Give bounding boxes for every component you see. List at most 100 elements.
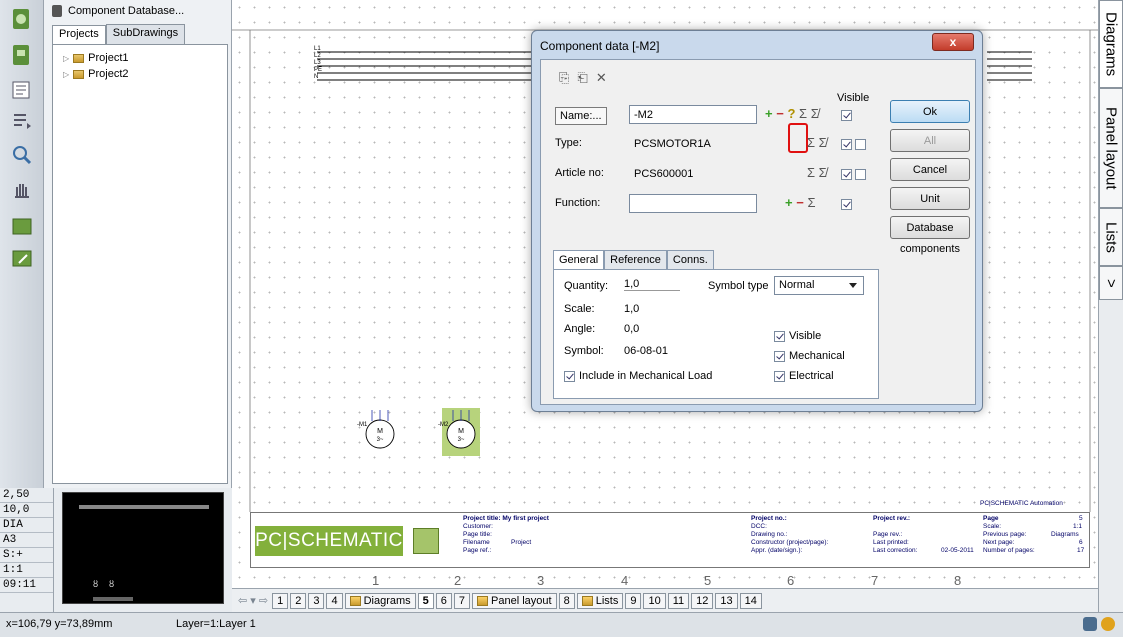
tab-diagrams-section[interactable]: Diagrams [344, 592, 416, 609]
name-field[interactable] [629, 105, 757, 124]
tab-lists[interactable]: Lists [1099, 208, 1123, 266]
tab-projects[interactable]: Projects [52, 25, 106, 45]
electrical-checkbox[interactable] [774, 370, 785, 382]
tab-conns[interactable]: Conns. [666, 250, 714, 270]
minus-icon[interactable]: − [776, 106, 784, 121]
tab-panel-layout-section[interactable]: Panel layout [472, 592, 557, 609]
electrical-label: Electrical [789, 370, 834, 382]
copy-icon[interactable]: ⎘ [559, 70, 569, 86]
visible-checkbox-row[interactable]: Visible [774, 330, 821, 342]
bus-label: PE [314, 67, 323, 73]
sum-icon[interactable]: Σ [807, 165, 815, 180]
page-type[interactable]: DIA [0, 518, 53, 533]
type-visible-checkbox[interactable] [841, 139, 852, 150]
expand-icon[interactable]: ▷ [63, 70, 69, 79]
preview-motor-icon: ȣ [93, 579, 99, 589]
layer-indicator[interactable]: Layer=1:Layer 1 [176, 618, 256, 630]
help-icon[interactable] [1101, 617, 1115, 631]
preview-scrollbar[interactable] [93, 597, 133, 601]
minus-icon[interactable]: − [796, 195, 804, 210]
sum-edit-icon[interactable]: Σ̸ [811, 106, 819, 121]
page-tab[interactable]: 8 [558, 592, 575, 609]
save-status-icon[interactable] [1083, 617, 1097, 631]
angle-value: 0,0 [624, 323, 640, 335]
all-button[interactable]: All [890, 129, 970, 152]
sum-icon[interactable]: Σ [807, 135, 815, 150]
cancel-button[interactable]: Cancel [890, 158, 970, 181]
tree-item-project2[interactable]: ▷ Project2 [53, 67, 227, 81]
scale-value[interactable]: 1:1 [0, 563, 53, 578]
function-field[interactable] [629, 194, 757, 213]
expand-icon[interactable]: ▷ [63, 54, 69, 63]
type-extra-checkbox[interactable] [855, 139, 866, 150]
preview-canvas[interactable]: ȣ ȣ [62, 492, 224, 604]
page-tab[interactable]: 13 [715, 592, 738, 609]
save-project-icon[interactable] [6, 40, 38, 70]
pan-hand-icon[interactable] [6, 175, 38, 205]
sum-edit-icon[interactable]: Σ̸ [819, 135, 827, 150]
component-database-header[interactable]: Component Database... [52, 2, 184, 20]
question-icon[interactable]: ? [787, 106, 795, 121]
current-page-tab[interactable]: 5 [417, 592, 434, 609]
plus-icon[interactable]: + [785, 195, 793, 210]
symbol-mode[interactable]: S:+ [0, 548, 53, 563]
close-button[interactable]: x [932, 33, 974, 51]
include-mech-checkbox[interactable] [564, 370, 575, 382]
snap-value[interactable]: 10,0 [0, 503, 53, 518]
zoom-icon[interactable] [6, 140, 38, 170]
open-project-icon[interactable] [6, 4, 38, 34]
mechanical-checkbox[interactable] [774, 350, 785, 362]
motor-m2-symbol[interactable]: M 3~ [442, 408, 480, 456]
tab-lists-section[interactable]: Lists [576, 592, 624, 609]
tab-diagrams[interactable]: Diagrams [1099, 0, 1123, 88]
tree-item-project1[interactable]: ▷ Project1 [53, 51, 227, 65]
page-tab[interactable]: 14 [739, 592, 762, 609]
tab-reference[interactable]: Reference [604, 250, 667, 270]
page-tab[interactable]: 12 [691, 592, 714, 609]
page-tab[interactable]: 6 [435, 592, 452, 609]
article-extra-checkbox[interactable] [855, 169, 866, 180]
electrical-checkbox-row[interactable]: Electrical [774, 370, 834, 382]
name-button[interactable]: Name:... [555, 107, 607, 125]
tab-subdrawings[interactable]: SubDrawings [105, 24, 186, 44]
visible-checkbox[interactable] [774, 330, 785, 342]
motor-label-m1: -M1 [357, 422, 368, 428]
properties-icon[interactable] [6, 106, 38, 136]
motor-m1-symbol[interactable]: M 3~ [365, 410, 395, 449]
include-mech-row[interactable]: Include in Mechanical Load [564, 370, 712, 382]
page-tab[interactable]: 7 [453, 592, 471, 609]
sum-edit-icon[interactable]: Σ̸ [819, 165, 827, 180]
page-tab[interactable]: 11 [667, 592, 690, 609]
list-view-icon[interactable] [6, 76, 38, 106]
function-visible-checkbox[interactable] [841, 199, 852, 210]
plus-icon[interactable]: + [765, 106, 773, 121]
database-button[interactable]: Database [890, 216, 970, 239]
edit-icon[interactable] [6, 244, 38, 274]
tab-general[interactable]: General [553, 250, 605, 270]
window-icon[interactable] [6, 212, 38, 242]
sum-icon[interactable]: Σ [799, 106, 807, 121]
paper-size[interactable]: A3 [0, 533, 53, 548]
prev-page-arrow-icon[interactable]: ⇦ ▾ ⇨ [238, 594, 268, 607]
paste-icon[interactable]: ⎗ [577, 70, 587, 86]
quantity-value[interactable]: 1,0 [624, 278, 680, 291]
tab-panel-layout[interactable]: Panel layout [1099, 88, 1123, 208]
unit-button[interactable]: Unit [890, 187, 970, 210]
page-tab[interactable]: 9 [625, 592, 642, 609]
grid-value[interactable]: 2,50 [0, 488, 53, 503]
name-visible-checkbox[interactable] [841, 110, 852, 121]
page-tab[interactable]: 3 [308, 592, 325, 609]
page-tab[interactable]: 1 [272, 592, 289, 609]
ok-button[interactable]: Ok [890, 100, 970, 123]
article-field[interactable] [629, 164, 757, 183]
sum-icon[interactable]: Σ [807, 195, 815, 210]
symbol-type-select[interactable]: Normal [774, 276, 864, 295]
page-tab[interactable]: 4 [326, 592, 343, 609]
mechanical-checkbox-row[interactable]: Mechanical [774, 350, 845, 362]
tab-more[interactable]: > [1099, 266, 1123, 300]
page-tab[interactable]: 2 [290, 592, 307, 609]
page-tab[interactable]: 10 [643, 592, 666, 609]
delete-icon[interactable]: ✕ [596, 70, 607, 86]
type-field[interactable] [629, 134, 757, 153]
article-visible-checkbox[interactable] [841, 169, 852, 180]
